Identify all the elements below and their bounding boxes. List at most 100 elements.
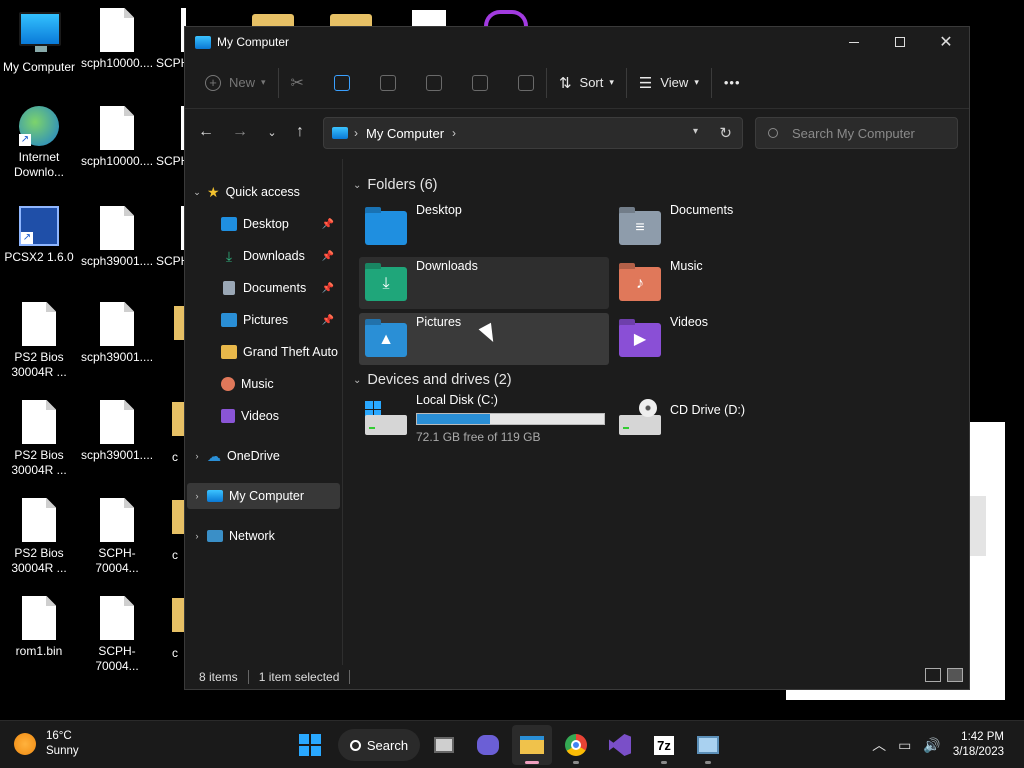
sidebar-item-label: OneDrive: [227, 449, 280, 463]
minimize-button[interactable]: [831, 27, 877, 57]
chevron-down-icon[interactable]: ⌄: [187, 187, 207, 198]
desktop-icon-scph-partial-2[interactable]: SCPH: [156, 106, 186, 169]
pin-icon[interactable]: 📌: [322, 219, 334, 230]
drive-tile-c[interactable]: Local Disk (C:) 72.1 GB free of 119 GB: [359, 393, 609, 451]
desktop-icon-scph70004-1[interactable]: SCPH-70004...: [78, 498, 156, 576]
desktop-icon-scph10000-1[interactable]: scph10000....: [78, 8, 156, 71]
desktop-icon-scph39001-1[interactable]: scph39001....: [78, 206, 156, 269]
desktop-icon-my-computer[interactable]: My Computer: [0, 8, 78, 75]
running-indicator: [573, 761, 579, 764]
desktop-icon-ps2-bios-3[interactable]: PS2 Bios 30004R ...: [0, 498, 78, 576]
desktop-icon-pcsx2[interactable]: ↗ PCSX2 1.6.0: [0, 206, 78, 265]
desktop-icon-rom1[interactable]: rom1.bin: [0, 596, 78, 659]
drives-group-header[interactable]: ⌄ Devices and drives (2): [353, 372, 512, 388]
close-button[interactable]: ✕: [923, 27, 969, 57]
back-button[interactable]: ←: [195, 123, 217, 141]
tiles-view-button[interactable]: [947, 668, 963, 682]
cut-button[interactable]: ✂: [291, 67, 304, 99]
pin-icon[interactable]: 📌: [322, 315, 334, 326]
pin-icon[interactable]: 📌: [322, 283, 334, 294]
drive-tile-d[interactable]: CD Drive (D:): [613, 395, 863, 451]
sidebar-item-quick-access[interactable]: ⌄ ★ Quick access: [187, 179, 340, 205]
taskbar-visual-studio[interactable]: [600, 725, 640, 765]
sidebar-item-grand-theft-auto[interactable]: Grand Theft Auto -: [187, 339, 340, 365]
desktop-icon-label: SCPH-70004...: [95, 644, 139, 673]
sidebar-item-desktop[interactable]: Desktop 📌: [187, 211, 340, 237]
weather-widget[interactable]: 16°C Sunny: [14, 729, 79, 759]
folder-tile-desktop[interactable]: Desktop: [359, 201, 609, 253]
chevron-down-icon[interactable]: ▾: [693, 126, 698, 137]
folder-name: Videos: [670, 315, 708, 329]
pin-icon[interactable]: 📌: [322, 251, 334, 262]
chevron-down-icon: ▾: [261, 77, 266, 87]
desktop-icon-internet-download-manager[interactable]: ↗ Internet Downlo...: [0, 106, 78, 180]
taskbar-file-explorer[interactable]: [512, 725, 552, 765]
task-view-button[interactable]: [424, 725, 464, 765]
folder-tile-downloads[interactable]: ⤓ Downloads: [359, 257, 609, 309]
share-button[interactable]: [471, 67, 488, 99]
maximize-button[interactable]: [877, 27, 923, 57]
forward-button[interactable]: →: [229, 123, 251, 141]
sidebar-item-music[interactable]: Music: [187, 371, 340, 397]
folder-tile-videos[interactable]: ▶ Videos: [613, 313, 863, 365]
search-placeholder: Search My Computer: [792, 125, 915, 141]
folder-tile-documents[interactable]: ≡ Documents: [613, 201, 863, 253]
desktop-icon-scph39001-2[interactable]: scph39001....: [78, 302, 156, 365]
chat-icon: [477, 735, 499, 755]
rename-button[interactable]: [425, 67, 442, 99]
desktop-icon-ps2-bios-1[interactable]: PS2 Bios 30004R ...: [0, 302, 78, 380]
sidebar-item-label: Documents: [243, 281, 307, 295]
copy-button[interactable]: [333, 67, 350, 99]
sidebar-item-onedrive[interactable]: › ☁ OneDrive: [187, 443, 340, 469]
desktop-icon-ps2-bios-2[interactable]: PS2 Bios 30004R ...: [0, 400, 78, 478]
folder-tile-music[interactable]: ♪ Music: [613, 257, 863, 309]
taskbar-app[interactable]: [688, 725, 728, 765]
taskbar-chrome[interactable]: [556, 725, 596, 765]
view-button[interactable]: ☰ View ▾: [639, 67, 699, 99]
desktop-icon-scph39001-3[interactable]: scph39001....: [78, 400, 156, 463]
taskbar-7zip[interactable]: 7z: [644, 725, 684, 765]
volume-icon[interactable]: 🔊: [923, 737, 940, 754]
sort-button[interactable]: ⇅ Sort ▾: [559, 67, 614, 99]
chevron-up-icon[interactable]: ︿: [872, 735, 886, 755]
paste-button[interactable]: [379, 67, 396, 99]
desktop-icon-scph-partial-3[interactable]: SCPH: [156, 206, 186, 269]
sidebar-item-pictures[interactable]: Pictures 📌: [187, 307, 340, 333]
search-input[interactable]: Search My Computer: [755, 117, 958, 149]
more-options-button[interactable]: •••: [724, 67, 741, 99]
new-button[interactable]: + New ▾: [205, 67, 266, 99]
folder-name: Desktop: [416, 203, 462, 217]
details-view-button[interactable]: [925, 668, 941, 682]
file-icon: [22, 302, 56, 346]
address-bar[interactable]: › My Computer › ▾ ↻: [323, 117, 743, 149]
breadcrumb[interactable]: My Computer: [366, 126, 444, 141]
chevron-right-icon[interactable]: ›: [187, 451, 207, 461]
recent-locations-button[interactable]: ⌄: [261, 126, 283, 139]
start-button[interactable]: [290, 725, 330, 765]
desktop-icon-scph10000-2[interactable]: scph10000....: [78, 106, 156, 169]
sidebar-item-network[interactable]: › Network: [187, 523, 340, 549]
folder-name: Music: [670, 259, 703, 273]
sidebar-item-downloads[interactable]: ⤓ Downloads 📌: [187, 243, 340, 269]
network-icon[interactable]: ▭: [898, 737, 911, 754]
sidebar-item-videos[interactable]: Videos: [187, 403, 340, 429]
shortcut-arrow-icon: ↗: [21, 232, 33, 244]
7zip-icon: 7z: [654, 735, 674, 755]
folders-group-header[interactable]: ⌄ Folders (6): [353, 177, 438, 193]
sidebar-item-my-computer[interactable]: › My Computer: [187, 483, 340, 509]
sidebar-item-documents[interactable]: Documents 📌: [187, 275, 340, 301]
file-icon: [100, 8, 134, 52]
computer-icon: [332, 127, 348, 139]
refresh-icon[interactable]: ↻: [719, 124, 732, 142]
chat-button[interactable]: [468, 725, 508, 765]
chevron-right-icon[interactable]: ›: [187, 491, 207, 501]
taskbar-search-button[interactable]: Search: [338, 729, 420, 761]
up-button[interactable]: ↑: [289, 123, 311, 141]
chevron-right-icon[interactable]: ›: [187, 531, 207, 541]
weather-temperature: 16°C: [46, 730, 72, 742]
clock[interactable]: 1:42 PM 3/18/2023: [953, 730, 1004, 760]
trash-icon: [517, 74, 534, 91]
desktop-icon-scph-partial-1[interactable]: SCPH: [156, 8, 186, 71]
delete-button[interactable]: [517, 67, 534, 99]
desktop-icon-scph70004-2[interactable]: SCPH-70004...: [78, 596, 156, 674]
